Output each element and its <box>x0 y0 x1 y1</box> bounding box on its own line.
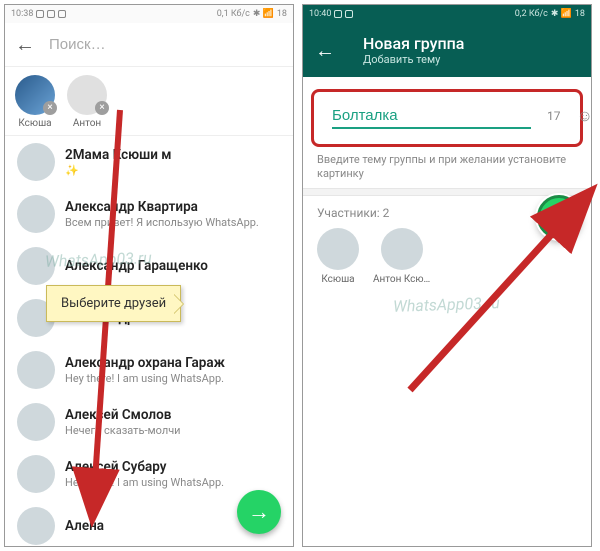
statusbar: 10:40 0,2 Кб/с ✱ 📶 18 <box>303 5 591 23</box>
contact-status: Всем привет! Я использую WhatsApp. <box>65 216 259 229</box>
contact-status: Hey there! I am using WhatsApp. <box>65 372 225 385</box>
remove-chip-icon[interactable]: × <box>95 101 109 115</box>
status-icon <box>58 10 66 18</box>
selected-chip-row: × Ксюша × Антон <box>5 67 293 136</box>
status-batt: 18 <box>277 9 287 19</box>
next-fab[interactable]: → <box>237 490 281 534</box>
avatar <box>17 455 55 493</box>
app-header: ← Новая группа Добавить тему <box>303 23 591 77</box>
contact-name: Алексей Смолов <box>65 407 181 423</box>
avatar <box>381 228 423 270</box>
remove-chip-icon[interactable]: × <box>43 101 57 115</box>
callout-text: Выберите друзей <box>61 296 166 311</box>
header-subtitle: Добавить тему <box>363 53 464 66</box>
avatar <box>17 403 55 441</box>
contact-name: 2Мама Ксюши м <box>65 147 171 163</box>
status-batt: 18 <box>575 9 585 19</box>
contact-name: Александр охрана Гараж <box>65 355 225 371</box>
watermark: WhatsApp03.ru <box>393 293 500 316</box>
chip-label: Антон <box>73 118 101 129</box>
contact-name: Алексей Субару <box>65 459 224 475</box>
arrow-right-icon: → <box>248 499 270 525</box>
subject-hint: Введите тему группы и при желании устано… <box>303 153 591 188</box>
contact-name: Александр Гаращенко <box>65 258 208 274</box>
participant-name: Ксюша <box>321 274 354 285</box>
confirm-fab[interactable]: ✓ <box>537 195 581 239</box>
status-icon <box>334 10 342 18</box>
status-time: 10:40 <box>309 9 331 19</box>
status-icon <box>47 10 55 18</box>
char-counter: 17 <box>547 109 561 123</box>
selected-chip[interactable]: × Антон <box>67 75 107 129</box>
search-input[interactable] <box>49 36 283 53</box>
contact-name: Александр Квартира <box>65 199 259 215</box>
avatar <box>17 507 55 545</box>
selected-chip[interactable]: × Ксюша <box>15 75 55 129</box>
status-icon <box>345 10 353 18</box>
contact-status: Hey there! I am using WhatsApp. <box>65 476 224 489</box>
status-net: 0,2 Кб/с <box>515 9 548 19</box>
group-subject-card: 17 ☺ <box>311 89 583 147</box>
check-icon: ✓ <box>550 205 568 230</box>
avatar <box>317 228 359 270</box>
contact-status: ✨ <box>65 164 171 177</box>
back-arrow-icon[interactable]: ← <box>15 32 35 57</box>
avatar <box>17 143 55 181</box>
phone-left: 10:38 0,1 Кб/с ✱ 📶 18 ← × Ксюша <box>4 4 294 547</box>
back-arrow-icon[interactable]: ← <box>315 38 335 63</box>
statusbar: 10:38 0,1 Кб/с ✱ 📶 18 <box>5 5 293 23</box>
avatar <box>17 247 55 285</box>
search-header: ← <box>5 23 293 67</box>
contact-row[interactable]: Алексей СмоловНечего сказать-молчи <box>5 396 293 448</box>
contact-row[interactable]: 2Мама Ксюши м✨ <box>5 136 293 188</box>
header-title: Новая группа <box>363 34 464 53</box>
participant[interactable]: Антон Ксю… <box>373 228 430 285</box>
participant-name: Антон Ксю… <box>373 274 430 285</box>
contact-row[interactable]: Александр охрана ГаражHey there! I am us… <box>5 344 293 396</box>
status-icon <box>36 10 44 18</box>
contact-row[interactable]: Александр КвартираВсем привет! Я использ… <box>5 188 293 240</box>
emoji-icon[interactable]: ☺ <box>577 106 593 126</box>
phone-right: 10:40 0,2 Кб/с ✱ 📶 18 ← Новая группа Доб… <box>302 4 592 547</box>
contacts-list[interactable]: 2Мама Ксюши м✨Александр КвартираВсем при… <box>5 136 293 547</box>
avatar <box>17 351 55 389</box>
avatar <box>17 195 55 233</box>
group-subject-input[interactable] <box>332 104 531 129</box>
contact-status: Нечего сказать-молчи <box>65 424 181 437</box>
status-time: 10:38 <box>11 9 33 19</box>
contact-name: Алена <box>65 518 104 534</box>
annotation-callout: Выберите друзей <box>46 285 181 322</box>
status-net: 0,1 Кб/с <box>217 9 250 19</box>
chip-label: Ксюша <box>18 118 51 129</box>
participant[interactable]: Ксюша <box>317 228 359 285</box>
divider <box>303 188 591 196</box>
